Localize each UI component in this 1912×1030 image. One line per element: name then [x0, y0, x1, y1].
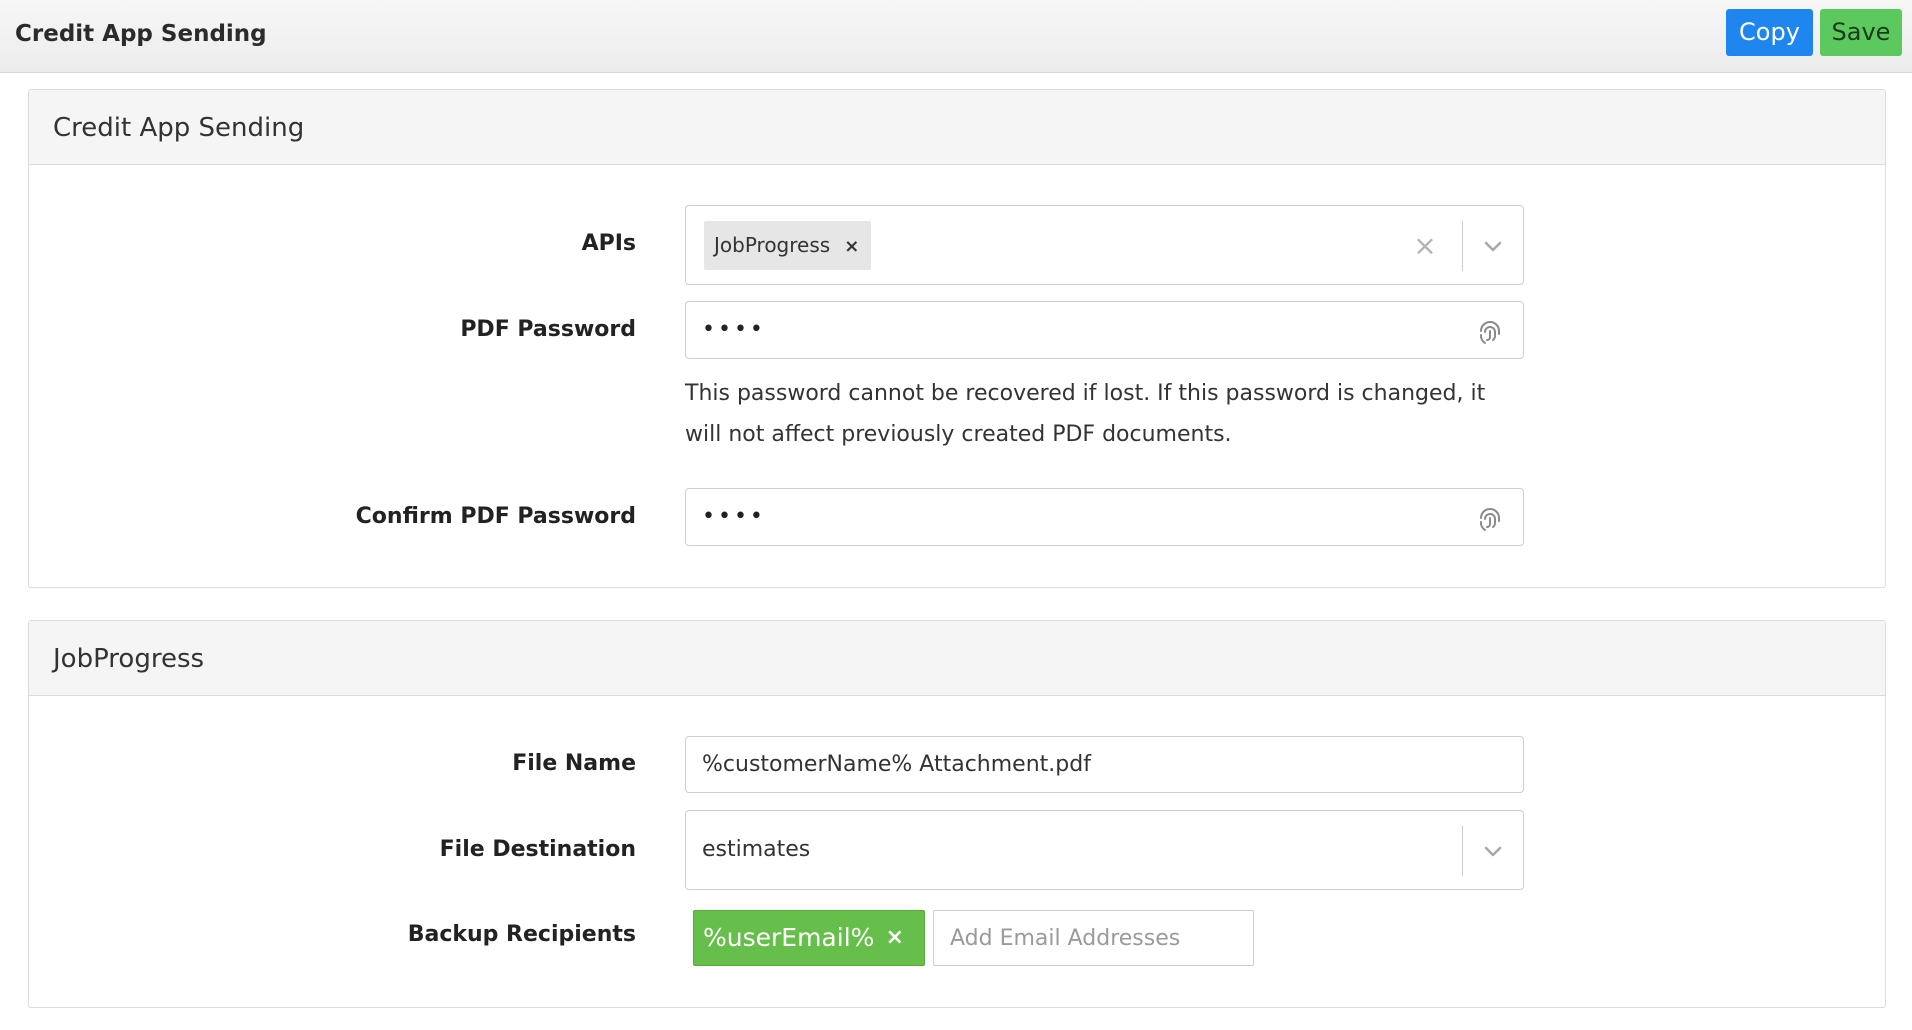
- apis-select[interactable]: JobProgress × ×: [685, 205, 1524, 285]
- file-destination-label: File Destination: [439, 837, 636, 862]
- confirm-pdf-password-field[interactable]: ••••: [685, 488, 1524, 546]
- recipient-tag: %userEmail% ×: [693, 910, 925, 966]
- password-help-text: This password cannot be recovered if los…: [685, 381, 1486, 447]
- confirm-pdf-password-label: Confirm PDF Password: [355, 504, 636, 529]
- api-tag-label: JobProgress: [714, 233, 831, 257]
- select-divider: [1462, 221, 1463, 271]
- confirm-pdf-password-value: ••••: [702, 504, 766, 529]
- panel-heading: Credit App Sending: [29, 90, 1885, 165]
- fingerprint-icon[interactable]: [1477, 504, 1503, 532]
- panel-heading: JobProgress: [29, 621, 1885, 696]
- pdf-password-label: PDF Password: [460, 317, 636, 342]
- copy-button[interactable]: Copy: [1726, 9, 1813, 56]
- pdf-password-value: ••••: [702, 317, 766, 342]
- fingerprint-icon[interactable]: [1477, 317, 1503, 345]
- api-tag-jobprogress: JobProgress ×: [704, 221, 872, 271]
- file-destination-value: estimates: [702, 837, 811, 862]
- file-name-label: File Name: [512, 751, 636, 776]
- remove-recipient-icon[interactable]: ×: [886, 911, 904, 965]
- chevron-down-icon[interactable]: [1477, 831, 1509, 871]
- file-destination-select[interactable]: estimates: [685, 810, 1524, 890]
- panel-title: Credit App Sending: [53, 113, 305, 143]
- panel-title: JobProgress: [53, 644, 205, 674]
- save-button[interactable]: Save: [1820, 9, 1902, 56]
- pdf-password-field[interactable]: ••••: [685, 301, 1524, 359]
- clear-icon[interactable]: ×: [1407, 226, 1443, 266]
- file-name-input[interactable]: %customerName% Attachment.pdf: [685, 736, 1524, 793]
- page-title: Credit App Sending: [15, 21, 267, 47]
- top-bar: Credit App Sending Copy Save: [0, 0, 1912, 73]
- backup-recipients-label: Backup Recipients: [407, 922, 636, 947]
- file-name-value: %customerName% Attachment.pdf: [702, 752, 1091, 777]
- chevron-down-icon[interactable]: [1477, 226, 1509, 266]
- select-divider: [1462, 826, 1463, 876]
- apis-label: APIs: [581, 231, 636, 256]
- remove-tag-icon[interactable]: ×: [844, 222, 859, 271]
- recipient-tag-label: %userEmail%: [703, 923, 875, 952]
- add-email-input[interactable]: [933, 910, 1254, 966]
